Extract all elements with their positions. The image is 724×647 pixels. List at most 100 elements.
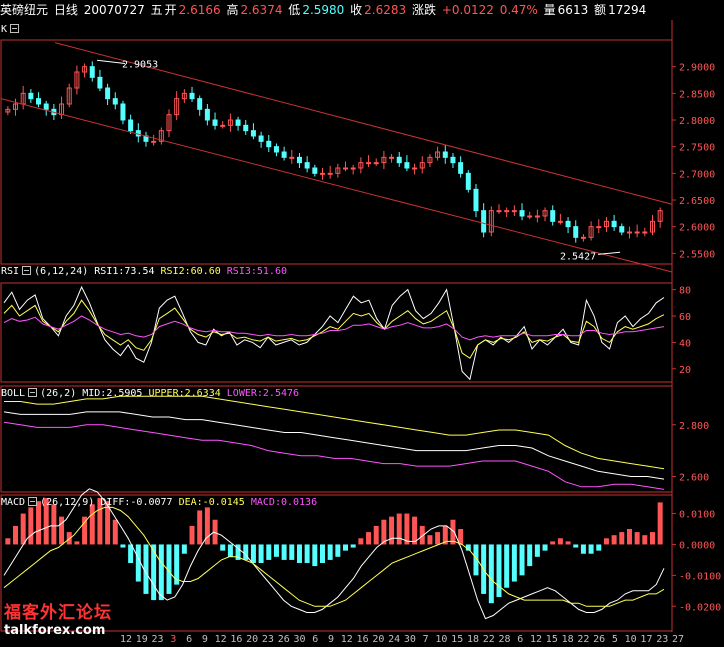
rsi1-value: RSI1:73.54 (94, 266, 155, 277)
candle-body (534, 215, 540, 218)
date-tick-label: 6 (186, 634, 192, 645)
candle-body (619, 226, 625, 233)
boll-lower-value: LOWER:2.5476 (226, 388, 300, 399)
macd-axis-tick-label: 0.0100 (679, 510, 715, 521)
boll-params: (26,2) (40, 388, 77, 399)
macd-bar (366, 532, 372, 545)
macd-bar (112, 519, 118, 545)
candle-body (120, 103, 126, 121)
candle-body (327, 172, 333, 175)
k-panel-frame (0, 39, 673, 265)
candle-body (281, 151, 287, 158)
k-axis-tick-label: 2.7000 (679, 169, 715, 180)
macd-bar (642, 535, 648, 545)
macd-bar (488, 544, 494, 604)
rsi2-value: RSI2:60.60 (160, 266, 221, 277)
candle-body (450, 156, 456, 164)
candle-body (573, 226, 579, 238)
date-tick-label: 12 (530, 634, 542, 645)
boll-label: BOLL (1, 388, 26, 399)
macd-bar (189, 525, 195, 545)
boll-line-upper (4, 395, 665, 470)
date-tick-label: 22 (483, 634, 495, 645)
candle-body (626, 231, 632, 234)
macd-bar (626, 529, 632, 545)
macd-bar (527, 544, 533, 567)
macd-bar (197, 510, 203, 545)
macd-value: MACD:0.0136 (250, 497, 318, 508)
macd-params: (26,12,9) (40, 497, 95, 508)
macd-bar (296, 544, 302, 563)
date-tick-label: 30 (293, 634, 305, 645)
candle-body (151, 140, 157, 143)
macd-bar (496, 544, 502, 597)
candle-body (550, 210, 556, 222)
boll-upper-value: UPPER:2.6334 (148, 388, 221, 399)
diff-value: DIFF:-0.0077 (100, 497, 173, 508)
macd-bar (158, 544, 164, 601)
macd-bar (649, 532, 655, 545)
channel-lower-line (0, 98, 673, 273)
date-tick-label: 6 (517, 634, 523, 645)
date-tick-label: 28 (498, 634, 510, 645)
macd-bar (350, 544, 356, 548)
date-tick-label: 30 (404, 634, 416, 645)
collapse-icon[interactable] (28, 388, 38, 397)
date-tick-label: 10 (625, 634, 637, 645)
k-panel-tag: K (1, 24, 22, 36)
high-annotation: 2.9053 (122, 60, 158, 71)
macd-axis-tick-label: 0.0000 (679, 540, 715, 551)
k-axis-tick-label: 2.8000 (679, 116, 715, 127)
macd-bar (573, 544, 579, 548)
macd-bar (519, 544, 525, 576)
rsi-axis-tick-label: 20 (679, 365, 691, 376)
collapse-icon[interactable] (28, 497, 38, 506)
macd-bar (358, 538, 364, 545)
candle-body (128, 119, 134, 132)
candle-body (312, 167, 318, 174)
candle-body (97, 76, 103, 89)
date-tick-label: 3 (170, 634, 176, 645)
k-axis-tick-label: 2.7500 (679, 143, 715, 154)
rsi-axis-tick-label: 80 (679, 286, 691, 297)
candle-body (304, 162, 310, 169)
collapse-icon[interactable] (22, 266, 32, 275)
k-axis-tick-label: 2.6500 (679, 196, 715, 207)
boll-panel-tag: BOLL (26,2) MID:2.5905 UPPER:2.6334 LOWER… (1, 388, 299, 400)
date-tick-label: 23 (656, 634, 668, 645)
watermark-en: talkforex.com (4, 623, 106, 638)
candle-body (511, 210, 517, 213)
candle-body (473, 188, 479, 212)
boll-axis-tick-label: 2.800 (679, 421, 709, 432)
candle-body (212, 119, 218, 126)
candles (5, 61, 663, 243)
date-tick-label: 12 (341, 634, 353, 645)
date-tick-label: 23 (262, 634, 274, 645)
macd-bars (5, 498, 663, 604)
date-tick-label: 18 (467, 634, 479, 645)
candle-body (112, 98, 118, 105)
boll-panel-frame (0, 385, 673, 493)
date-tick-label: 23 (152, 634, 164, 645)
collapse-icon[interactable] (10, 24, 20, 33)
candle-body (496, 210, 502, 213)
macd-bar (565, 541, 571, 545)
candle-body (557, 220, 563, 223)
rsi-label: RSI (1, 266, 20, 277)
stock-chart[interactable]: 2.9000 2.8500 2.8000 2.7500 2.7000 2.6500 2.60… (0, 0, 724, 647)
high-marker-line (96, 59, 126, 64)
candle-body (273, 146, 279, 153)
macd-bar (504, 544, 510, 588)
date-tick-label: 26 (278, 634, 290, 645)
macd-bar (596, 544, 602, 551)
candle-body (373, 162, 379, 165)
macd-bar (181, 544, 187, 554)
candle-body (36, 98, 42, 105)
candle-body (243, 124, 249, 132)
candle-body (404, 162, 410, 169)
candle-body (642, 231, 648, 234)
macd-bar (319, 544, 325, 563)
macd-bar (343, 544, 349, 551)
candle-body (343, 167, 349, 170)
candle-body (596, 226, 602, 229)
